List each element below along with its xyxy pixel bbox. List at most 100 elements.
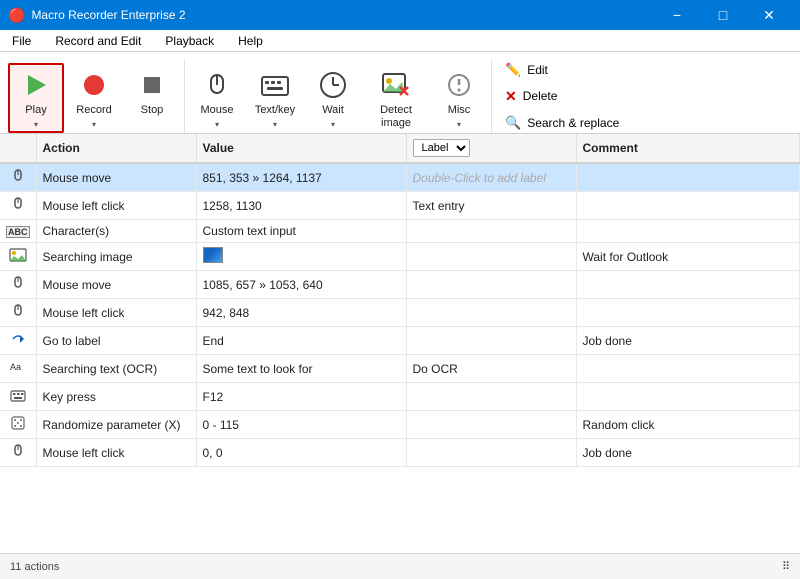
stop-chevron (151, 120, 153, 129)
row-value: F12 (196, 383, 406, 411)
table-row[interactable]: Mouse left click1258, 1130Text entry (0, 192, 800, 220)
ribbon-group-playback: Play ▾ Record ▾ Stop (4, 59, 185, 133)
row-comment (576, 163, 800, 192)
table-row[interactable]: Go to labelEnd Job done (0, 327, 800, 355)
menu-help[interactable]: Help (226, 30, 275, 51)
maximize-button[interactable]: □ (700, 0, 746, 30)
mouse-button[interactable]: Mouse ▾ (189, 63, 245, 133)
stop-button[interactable]: Stop (124, 63, 180, 133)
record-chevron: ▾ (92, 120, 96, 129)
row-label[interactable] (406, 327, 576, 355)
row-comment: Wait for Outlook (576, 243, 800, 271)
mouse-icon (201, 69, 233, 101)
misc-button[interactable]: Misc ▾ (431, 63, 487, 133)
row-action: Mouse left click (36, 439, 196, 467)
row-comment (576, 220, 800, 243)
row-label[interactable] (406, 411, 576, 439)
col-header-comment: Comment (576, 134, 800, 163)
row-action: Mouse move (36, 271, 196, 299)
row-action: Go to label (36, 327, 196, 355)
row-label[interactable] (406, 243, 576, 271)
row-value: 1085, 657 » 1053, 640 (196, 271, 406, 299)
playback-buttons: Play ▾ Record ▾ Stop (8, 59, 180, 133)
row-icon (0, 327, 36, 355)
search-replace-label: Search & replace (527, 116, 619, 130)
row-action: Mouse left click (36, 192, 196, 220)
edit-action-button[interactable]: ✏️ Edit (500, 59, 788, 81)
label-dropdown[interactable]: Label (413, 139, 470, 157)
table-row[interactable]: Mouse left click942, 848 (0, 299, 800, 327)
status-bar: 11 actions ⠿ (0, 553, 800, 579)
textkey-button[interactable]: Text/key ▾ (247, 63, 303, 133)
table-area[interactable]: Action Value Label Comment Mouse move851… (0, 134, 800, 553)
menu-file[interactable]: File (0, 30, 43, 51)
menu-record-edit[interactable]: Record and Edit (43, 30, 153, 51)
row-icon (0, 411, 36, 439)
search-replace-icon: 🔍 (505, 115, 521, 131)
row-label[interactable]: Text entry (406, 192, 576, 220)
row-label[interactable] (406, 439, 576, 467)
row-value: 942, 848 (196, 299, 406, 327)
main-content: Action Value Label Comment Mouse move851… (0, 134, 800, 553)
table-row[interactable]: Mouse left click0, 0 Job done (0, 439, 800, 467)
row-action: Mouse left click (36, 299, 196, 327)
pencil-icon: ✏️ (505, 62, 521, 78)
row-label[interactable] (406, 299, 576, 327)
image-thumbnail (203, 247, 223, 263)
table-row[interactable]: ABCCharacter(s)Custom text input (0, 220, 800, 243)
ribbon: Play ▾ Record ▾ Stop (0, 52, 800, 134)
row-label[interactable]: Double-Click to add label (406, 163, 576, 192)
table-row[interactable]: AaSearching text (OCR)Some text to look … (0, 355, 800, 383)
play-icon (20, 69, 52, 101)
app-icon: 🔴 (8, 7, 25, 24)
mouse-label: Mouse (200, 104, 233, 117)
table-row[interactable]: Randomize parameter (X)0 - 115Random cli… (0, 411, 800, 439)
wait-button[interactable]: Wait ▾ (305, 63, 361, 133)
row-label[interactable] (406, 383, 576, 411)
play-button[interactable]: Play ▾ (8, 63, 64, 133)
row-value: 851, 353 » 1264, 1137 (196, 163, 406, 192)
action-count: 11 actions (10, 561, 59, 573)
stop-icon (136, 69, 168, 101)
row-value: 0 - 115 (196, 411, 406, 439)
close-button[interactable]: ✕ (746, 0, 792, 30)
row-action: Searching image (36, 243, 196, 271)
play-chevron: ▾ (34, 120, 38, 129)
row-value: End (196, 327, 406, 355)
row-icon (0, 383, 36, 411)
window-title: Macro Recorder Enterprise 2 (31, 8, 185, 22)
row-value: Some text to look for (196, 355, 406, 383)
record-label: Record (76, 104, 111, 117)
table-row[interactable]: Mouse move851, 353 » 1264, 1137Double-Cl… (0, 163, 800, 192)
record-button[interactable]: Record ▾ (66, 63, 122, 133)
menu-bar: File Record and Edit Playback Help (0, 30, 800, 52)
title-bar-controls: − □ ✕ (654, 0, 792, 30)
detect-image-icon (380, 69, 412, 101)
row-label[interactable] (406, 271, 576, 299)
row-value: 0, 0 (196, 439, 406, 467)
row-icon (0, 163, 36, 192)
row-icon (0, 439, 36, 467)
row-label[interactable] (406, 220, 576, 243)
svg-text:Aa: Aa (10, 362, 21, 372)
misc-icon (443, 69, 475, 101)
minimize-button[interactable]: − (654, 0, 700, 30)
row-comment (576, 383, 800, 411)
delete-action-button[interactable]: ✕ Delete (500, 85, 788, 108)
menu-playback[interactable]: Playback (153, 30, 226, 51)
col-header-label: Label (406, 134, 576, 163)
search-replace-button[interactable]: 🔍 Search & replace (500, 112, 788, 134)
row-icon (0, 299, 36, 327)
row-icon: ABC (0, 220, 36, 243)
table-header-row: Action Value Label Comment (0, 134, 800, 163)
detect-image-label: Detect image (369, 104, 423, 130)
row-label[interactable]: Do OCR (406, 355, 576, 383)
misc-label: Misc (448, 104, 471, 117)
row-comment: Job done (576, 327, 800, 355)
row-comment: Job done (576, 439, 800, 467)
table-row[interactable]: Mouse move1085, 657 » 1053, 640 (0, 271, 800, 299)
wait-icon (317, 69, 349, 101)
table-row[interactable]: Key pressF12 (0, 383, 800, 411)
table-row[interactable]: Searching image Wait for Outlook (0, 243, 800, 271)
label-header-container: Label (413, 139, 570, 157)
